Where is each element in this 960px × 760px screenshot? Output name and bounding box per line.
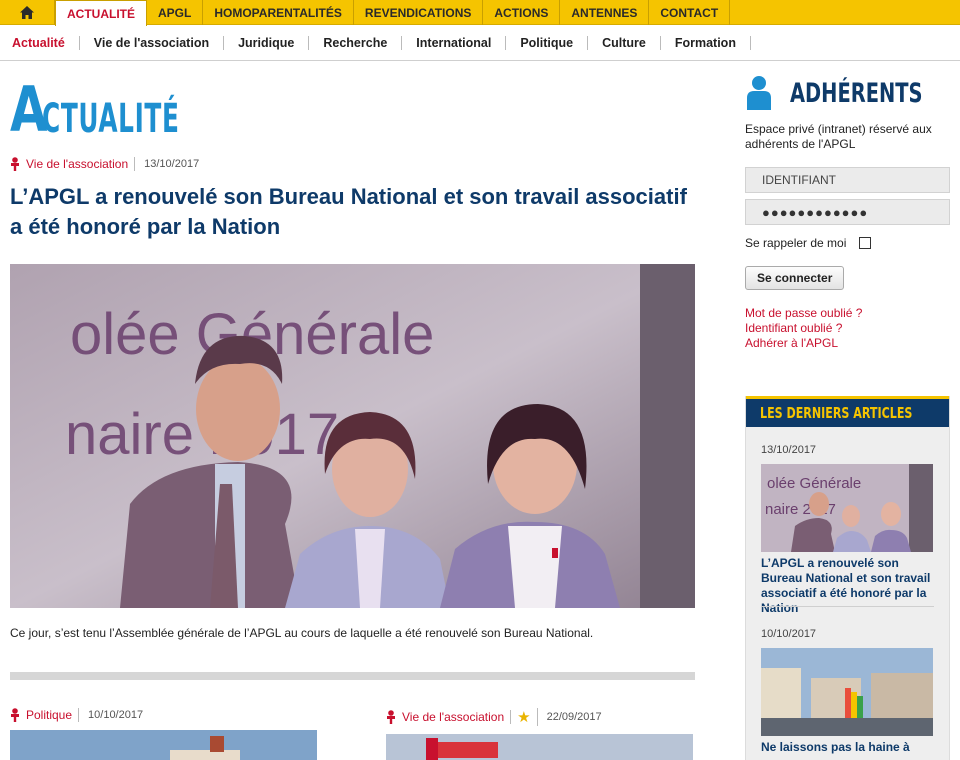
topnav-item-actualite[interactable]: ACTUALITÉ [55, 0, 147, 26]
connect-button[interactable]: Se connecter [745, 266, 845, 290]
article-date: 13/10/2017 [144, 158, 200, 170]
card-meta: Vie de l'association ★ 22/09/2017 [386, 708, 693, 726]
subnav-item-juridique[interactable]: Juridique [224, 36, 310, 50]
latest-article-date: 13/10/2017 [761, 444, 817, 456]
latest-article-item: 10/10/2017 Ne laissons pas la haine à [761, 628, 934, 755]
category-pin-icon [11, 708, 19, 722]
join-apgl-link[interactable]: Adhérer à l'APGL [745, 336, 862, 351]
latest-articles-heading: LES DERNIERS ARTICLES [746, 396, 949, 427]
members-links: Mot de passe oublié ? Identifiant oublié… [745, 306, 862, 351]
page-title-initial: A [10, 73, 48, 146]
article-card: Vie de l'association ★ 22/09/2017 [386, 708, 693, 760]
top-navigation: ACTUALITÉ APGL HOMOPARENTALITÉS REVENDIC… [0, 0, 960, 26]
latest-article-title-link[interactable]: L’APGL a renouvelé son Bureau National e… [761, 556, 934, 616]
latest-articles-heading-label: LES DERNIERS ARTICLES [760, 404, 913, 422]
page-title: A CTUALITÉ [10, 73, 264, 146]
svg-text:olée Générale: olée Générale [767, 475, 861, 492]
card-thumbnail[interactable] [386, 734, 693, 760]
forgot-username-link[interactable]: Identifiant oublié ? [745, 321, 862, 336]
forgot-password-link[interactable]: Mot de passe oublié ? [745, 306, 862, 321]
latest-articles-divider [761, 606, 934, 607]
members-heading-label: ADHÉRENTS [790, 77, 923, 109]
password-field[interactable]: ●●●●●●●●●●●● [745, 199, 950, 225]
latest-article-thumbnail[interactable] [761, 648, 933, 736]
card-date: 10/10/2017 [88, 709, 144, 721]
article-hero-image[interactable]: olée Générale naire 2017 [10, 264, 695, 608]
username-field[interactable]: IDENTIFIANT [745, 167, 950, 193]
topnav-item-homoparentalites[interactable]: HOMOPARENTALITÉS [203, 0, 354, 25]
topnav-item-apgl[interactable]: APGL [147, 0, 204, 25]
card-thumbnail[interactable] [10, 730, 317, 760]
card-category-link[interactable]: Politique [26, 708, 80, 722]
remember-me: Se rappeler de moi [745, 236, 872, 250]
sub-navigation: Actualité Vie de l'association Juridique… [0, 26, 960, 61]
featured-star-icon: ★ [511, 708, 538, 726]
topnav-item-contact[interactable]: CONTACT [649, 0, 731, 25]
topnav-item-antennes[interactable]: ANTENNES [560, 0, 650, 25]
remember-me-label: Se rappeler de moi [745, 236, 847, 250]
article-excerpt: Ce jour, s’est tenu l’Assemblée générale… [10, 626, 594, 640]
article-card: Politique 10/10/2017 [10, 708, 317, 760]
category-pin-icon [11, 157, 19, 171]
home-icon [20, 6, 34, 19]
latest-articles-panel: LES DERNIERS ARTICLES 13/10/2017 olée Gé… [745, 396, 950, 760]
latest-article-thumbnail[interactable]: olée Générale naire 2017 [761, 464, 933, 552]
latest-article-item: 13/10/2017 olée Générale naire 2017 L’AP… [761, 444, 934, 616]
article-category-link[interactable]: Vie de l'association [26, 157, 136, 171]
members-heading: ADHÉRENTS [745, 76, 960, 110]
subnav-item-culture[interactable]: Culture [588, 36, 661, 50]
page-title-rest: CTUALITÉ [42, 96, 180, 142]
category-pin-icon [387, 710, 395, 724]
members-description: Espace privé (intranet) réservé aux adhé… [745, 122, 932, 151]
topnav-item-actions[interactable]: ACTIONS [483, 0, 561, 25]
card-category-link[interactable]: Vie de l'association [402, 710, 512, 724]
subnav-item-recherche[interactable]: Recherche [309, 36, 403, 50]
subnav-item-politique[interactable]: Politique [506, 36, 589, 50]
card-date: 22/09/2017 [546, 711, 602, 723]
topnav-item-revendications[interactable]: REVENDICATIONS [354, 0, 484, 25]
home-button[interactable] [0, 0, 55, 25]
latest-article-title-link[interactable]: Ne laissons pas la haine à [761, 740, 934, 755]
article-meta: Vie de l'association 13/10/2017 [10, 157, 199, 171]
section-separator [10, 672, 695, 680]
subnav-item-international[interactable]: International [402, 36, 507, 50]
subnav-item-vie-association[interactable]: Vie de l'association [80, 36, 225, 50]
subnav-item-formation[interactable]: Formation [661, 36, 751, 50]
subnav-item-actualite[interactable]: Actualité [12, 36, 80, 50]
latest-article-date: 10/10/2017 [761, 628, 817, 640]
article-title-link[interactable]: L’APGL a renouvelé son Bureau National e… [10, 182, 690, 242]
card-meta: Politique 10/10/2017 [10, 708, 317, 722]
remember-me-checkbox[interactable] [859, 237, 872, 249]
user-icon [747, 76, 771, 110]
